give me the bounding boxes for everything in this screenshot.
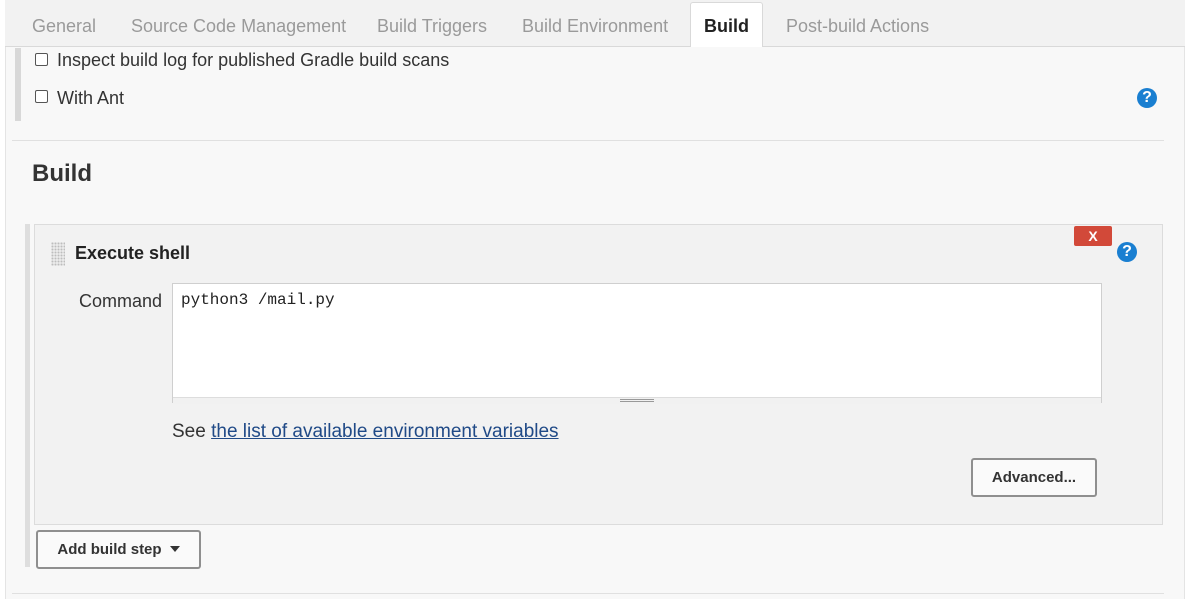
add-build-step-label: Add build step <box>57 541 162 558</box>
tab-general[interactable]: General <box>32 0 96 47</box>
env-vars-link[interactable]: the list of available environment variab… <box>211 421 558 442</box>
resize-grip-icon <box>620 399 654 402</box>
add-build-step-button[interactable]: Add build step <box>36 530 201 569</box>
caret-down-icon <box>169 546 180 552</box>
env-vars-hint: See the list of available environment va… <box>172 421 559 443</box>
step-help-icon[interactable]: ? <box>1117 242 1137 262</box>
step-indicator <box>25 224 30 567</box>
delete-step-button[interactable]: X <box>1074 226 1112 246</box>
build-section-title: Build <box>32 160 92 187</box>
step-title: Execute shell <box>75 243 191 263</box>
section-divider <box>12 140 1164 141</box>
tab-build-environment[interactable]: Build Environment <box>522 0 668 47</box>
advanced-button[interactable]: Advanced... <box>971 458 1097 497</box>
tab-bar: General Source Code Management Build Tri… <box>5 0 1185 48</box>
section-indicator <box>15 48 21 121</box>
with-ant-help-icon[interactable]: ? <box>1137 88 1157 108</box>
inspect-gradle-label: Inspect build log for published Gradle b… <box>57 50 450 70</box>
tab-build[interactable]: Build <box>690 2 763 48</box>
bottom-divider <box>12 593 1164 594</box>
with-ant-label: With Ant <box>57 88 125 108</box>
inspect-gradle-checkbox[interactable] <box>35 53 48 66</box>
tab-post-build-actions[interactable]: Post-build Actions <box>786 0 929 47</box>
drag-handle-icon[interactable] <box>51 242 65 266</box>
tab-build-triggers[interactable]: Build Triggers <box>377 0 487 47</box>
env-vars-prefix: See <box>172 421 206 442</box>
with-ant-checkbox[interactable] <box>35 90 48 103</box>
command-label: Command <box>79 291 163 311</box>
tab-source-code-management[interactable]: Source Code Management <box>131 0 346 47</box>
command-textarea[interactable]: python3 /mail.py <box>172 283 1102 403</box>
